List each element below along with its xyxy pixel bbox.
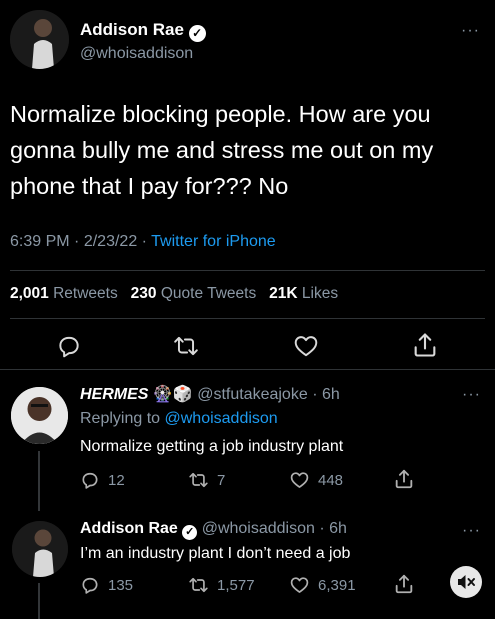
share-icon	[395, 574, 413, 594]
like-button[interactable]: 448	[289, 470, 343, 490]
reply-time: 6h	[321, 386, 340, 403]
dice-emoji: 🎲	[172, 386, 193, 403]
author-name[interactable]: Addison Rae	[80, 20, 184, 39]
more-options-icon[interactable]: ···	[461, 22, 480, 40]
like-count: 6,391	[318, 576, 356, 594]
reply-icon	[59, 336, 79, 358]
retweet-button[interactable]	[172, 333, 200, 359]
quotes-count: 230	[130, 285, 157, 302]
likes-stat[interactable]: 21K Likes	[269, 285, 338, 302]
quotes-label: Quote Tweets	[160, 285, 257, 302]
separator: ·	[312, 386, 318, 403]
divider	[10, 318, 485, 319]
share-icon	[414, 333, 436, 357]
author-avatar[interactable]	[10, 10, 69, 69]
quotes-stat[interactable]: 230 Quote Tweets	[131, 285, 261, 302]
ferris-wheel-emoji: 🎡	[152, 386, 173, 403]
heart-icon	[294, 336, 318, 357]
more-options-icon[interactable]: ···	[462, 522, 481, 540]
thread-line	[38, 583, 40, 619]
share-button[interactable]	[393, 573, 415, 595]
likes-count: 21K	[269, 285, 298, 302]
retweet-icon	[189, 577, 208, 593]
retweet-count: 1,577	[217, 576, 255, 594]
reply-count: 12	[108, 471, 125, 489]
reply-author-avatar[interactable]	[12, 521, 68, 577]
reply-time: 6h	[329, 520, 347, 537]
separator: ·	[319, 520, 325, 537]
retweet-count: 7	[217, 471, 226, 489]
share-button[interactable]	[411, 331, 439, 359]
retweets-count: 2,001	[10, 285, 49, 302]
reply-author-handle[interactable]: @whoisaddison	[202, 520, 315, 537]
like-count: 448	[318, 471, 344, 489]
thread-line	[38, 451, 40, 511]
reply-text: Normalize getting a job industry plant	[80, 438, 344, 455]
retweet-icon	[189, 472, 208, 488]
like-button[interactable]: 6,391	[289, 575, 356, 595]
separator: ·	[74, 233, 80, 250]
retweet-icon	[174, 336, 198, 356]
retweet-button[interactable]: 7	[188, 470, 225, 490]
reply-author-handle[interactable]: @stfutakeajoke	[197, 386, 308, 403]
share-icon	[395, 469, 413, 489]
divider	[10, 270, 485, 271]
reply-text: I’m an industry plant I don’t need a job	[80, 545, 351, 562]
heart-icon	[290, 472, 309, 488]
reply-author-avatar[interactable]	[11, 387, 68, 444]
like-button[interactable]	[292, 333, 320, 359]
separator: ·	[141, 233, 147, 250]
muted-speaker-icon	[458, 575, 475, 589]
replying-to-link[interactable]: @whoisaddison	[165, 410, 278, 427]
author-handle[interactable]: @whoisaddison	[80, 45, 193, 63]
reply-button[interactable]: 135	[80, 575, 133, 595]
likes-label: Likes	[301, 285, 339, 302]
replying-to-label: Replying to	[80, 410, 161, 427]
tweet-text: Normalize blocking people. How are you g…	[10, 101, 434, 199]
divider	[0, 369, 495, 370]
verified-icon: ✓	[182, 525, 198, 540]
more-options-icon[interactable]: ···	[462, 386, 481, 404]
mute-button[interactable]	[450, 566, 482, 598]
tweet-source-link[interactable]: Twitter for iPhone	[151, 233, 276, 250]
reply-count: 135	[108, 576, 134, 594]
share-button[interactable]	[393, 468, 415, 490]
reply-icon	[82, 472, 98, 489]
reply-button[interactable]: 12	[80, 470, 125, 490]
reply-author-name[interactable]: Addison Rae	[80, 520, 178, 537]
verified-icon: ✓	[188, 25, 206, 42]
heart-icon	[290, 577, 309, 593]
reply-button[interactable]	[56, 333, 82, 359]
retweet-button[interactable]: 1,577	[188, 575, 255, 595]
tweet-time: 6:39 PM	[10, 233, 70, 250]
tweet-date: 2/23/22	[83, 233, 138, 250]
reply-icon	[82, 577, 98, 594]
retweets-label: Retweets	[53, 285, 118, 302]
retweets-stat[interactable]: 2,001 Retweets	[10, 285, 122, 302]
reply-author-name[interactable]: HERMES	[80, 386, 148, 403]
